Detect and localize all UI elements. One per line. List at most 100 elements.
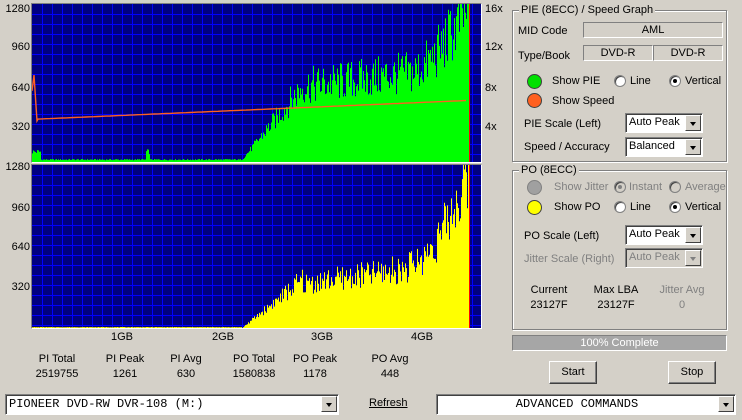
jitter-average-label: Average xyxy=(685,181,726,193)
stat-label: PO Total xyxy=(233,353,275,365)
stat-label: PI Avg xyxy=(170,353,202,365)
stat-value: 448 xyxy=(380,368,400,380)
po-y-tick-960: 960 xyxy=(11,202,30,214)
x-tick-1gb: 1GB xyxy=(110,331,133,343)
drive-select-value: PIONEER DVD-RW DVR-108 (M:) xyxy=(9,397,204,411)
po-line-radio[interactable] xyxy=(614,201,626,213)
stat-po-total: PO Total 1580838 xyxy=(219,352,289,382)
book-field: DVD-R xyxy=(653,45,723,61)
advanced-commands-value: ADVANCED COMMANDS xyxy=(515,397,639,411)
speed-accuracy-select[interactable]: Balanced xyxy=(625,137,703,157)
stat-label: PO Peak xyxy=(292,353,338,365)
speed-y-tick-4x: 4x xyxy=(485,121,497,133)
current-label: Current xyxy=(530,284,568,296)
show-pie-color-icon[interactable] xyxy=(527,74,542,89)
x-tick-3gb: 3GB xyxy=(310,331,333,343)
jitter-avg-label: Jitter Avg xyxy=(659,284,705,296)
type-book-label: Type/Book xyxy=(518,50,570,62)
current-value: 23127F xyxy=(530,299,568,311)
pie-y-tick-1280: 1280 xyxy=(5,3,30,15)
stat-label: PI Peak xyxy=(105,353,145,365)
chevron-down-icon[interactable] xyxy=(718,396,734,412)
stat-po-avg: PO Avg 448 xyxy=(355,352,425,382)
pie-line-label[interactable]: Line xyxy=(630,75,651,87)
stop-button[interactable]: Stop xyxy=(668,361,716,384)
pie-vertical-label[interactable]: Vertical xyxy=(685,75,721,87)
mid-code-label: MID Code xyxy=(518,25,568,37)
jitter-instant-radio xyxy=(614,181,626,193)
current-lba-readout: Current 23127F xyxy=(514,283,584,313)
show-po-color-icon[interactable] xyxy=(527,200,542,215)
show-speed-color-icon[interactable] xyxy=(527,93,542,108)
pie-error-bars xyxy=(32,4,469,162)
speed-y-tick-8x: 8x xyxy=(485,82,497,94)
jitter-scale-select: Auto Peak xyxy=(625,248,703,268)
jitter-average-radio xyxy=(669,181,681,193)
show-speed-label[interactable]: Show Speed xyxy=(552,95,614,107)
show-pie-label[interactable]: Show PIE xyxy=(552,75,600,87)
progress-text: 100% Complete xyxy=(580,337,659,349)
chevron-down-icon[interactable] xyxy=(321,396,337,412)
pie-graph-canvas xyxy=(32,4,481,162)
show-po-label[interactable]: Show PO xyxy=(554,201,600,213)
po-scale-select[interactable]: Auto Peak xyxy=(625,225,703,245)
po-error-bars xyxy=(32,165,469,328)
stat-value: 630 xyxy=(176,368,196,380)
stat-value: 1261 xyxy=(112,368,138,380)
pie-line-radio[interactable] xyxy=(614,75,626,87)
progress-bar: 100% Complete xyxy=(512,335,727,351)
speed-y-tick-12x: 12x xyxy=(485,41,503,53)
stat-pi-peak: PI Peak 1261 xyxy=(90,352,160,382)
max-lba-label: Max LBA xyxy=(593,284,639,296)
stat-pi-avg: PI Avg 630 xyxy=(151,352,221,382)
x-tick-2gb: 2GB xyxy=(211,331,234,343)
show-jitter-label: Show Jitter xyxy=(554,181,609,193)
jitter-scale-label: Jitter Scale (Right) xyxy=(524,253,615,265)
stat-pi-total: PI Total 2519755 xyxy=(22,352,92,382)
po-vertical-label[interactable]: Vertical xyxy=(685,201,721,213)
advanced-commands-select[interactable]: ADVANCED COMMANDS xyxy=(436,394,736,415)
start-button[interactable]: Start xyxy=(549,361,597,384)
pie-y-tick-320: 320 xyxy=(11,121,30,133)
show-jitter-color-icon xyxy=(527,180,542,195)
max-lba-readout: Max LBA 23127F xyxy=(581,283,651,313)
pie-scale-value: Auto Peak xyxy=(629,116,680,128)
po-graph-canvas xyxy=(32,165,481,328)
type-field: DVD-R xyxy=(583,45,653,61)
mid-code-field: AML xyxy=(583,22,723,38)
stat-value: 1178 xyxy=(303,368,327,380)
x-tick-4gb: 4GB xyxy=(410,331,433,343)
po-y-tick-320: 320 xyxy=(11,281,30,293)
drive-select[interactable]: PIONEER DVD-RW DVR-108 (M:) xyxy=(5,394,339,415)
stat-po-peak: PO Peak 1178 xyxy=(280,352,350,382)
chevron-down-icon xyxy=(685,250,701,266)
stat-value: 1580838 xyxy=(232,368,276,380)
pie-scale-label: PIE Scale (Left) xyxy=(524,118,602,130)
stat-value: 2519755 xyxy=(35,368,79,380)
pie-y-tick-640: 640 xyxy=(11,82,30,94)
po-y-tick-640: 640 xyxy=(11,241,30,253)
stat-label: PI Total xyxy=(38,353,76,365)
jitter-scale-value: Auto Peak xyxy=(629,251,680,263)
po-scale-value: Auto Peak xyxy=(629,228,680,240)
speed-y-tick-16x: 16x xyxy=(485,3,503,15)
po-line-label[interactable]: Line xyxy=(630,201,651,213)
po-scale-label: PO Scale (Left) xyxy=(524,230,600,242)
jitter-instant-label: Instant xyxy=(629,181,663,193)
po-graph xyxy=(31,164,482,329)
po-vertical-radio[interactable] xyxy=(669,201,681,213)
speed-accuracy-value: Balanced xyxy=(629,140,675,152)
pie-scale-select[interactable]: Auto Peak xyxy=(625,113,703,133)
stat-label: PO Avg xyxy=(371,353,409,365)
pie-y-tick-960: 960 xyxy=(11,41,30,53)
jitter-avg-value: 0 xyxy=(678,299,686,311)
chevron-down-icon[interactable] xyxy=(685,115,701,131)
pie-vertical-radio[interactable] xyxy=(669,75,681,87)
refresh-link[interactable]: Refresh xyxy=(369,397,408,409)
chevron-down-icon[interactable] xyxy=(685,139,701,155)
pie-group-title: PIE (8ECC) / Speed Graph xyxy=(519,4,656,16)
chevron-down-icon[interactable] xyxy=(685,227,701,243)
po-y-tick-1280: 1280 xyxy=(5,161,30,173)
pie-graph xyxy=(31,3,482,163)
po-group-title: PO (8ECC) xyxy=(519,164,579,176)
